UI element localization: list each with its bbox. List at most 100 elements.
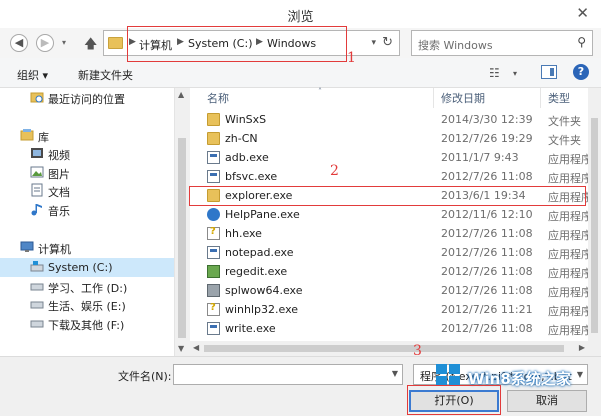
column-header-name[interactable]: 名称 [207,90,229,108]
drive-icon [30,320,44,328]
file-row[interactable]: splwow64.exe 2012/7/26 11:08 应用程序 [190,281,592,300]
file-type: 应用程序 [548,172,592,185]
computer-icon [20,241,34,252]
filename-dropdown-icon[interactable]: ▼ [392,369,398,378]
recent-locations-dropdown[interactable]: ▾ [62,38,66,47]
printer-icon [207,284,220,297]
nav-item-label: 最近访问的位置 [48,93,125,106]
help-icon[interactable]: ? [573,64,589,80]
organize-button[interactable]: 组织 ▾ [17,67,48,83]
file-name: splwow64.exe [225,284,303,297]
column-header-type[interactable]: 类型 [548,90,570,108]
view-dropdown-icon[interactable]: ▾ [513,69,517,78]
up-arrow-icon[interactable]: 🡅 [84,35,97,57]
file-date: 2011/1/7 9:43 [441,151,519,164]
scrollbar-thumb[interactable] [591,118,598,333]
video-icon [31,148,43,158]
search-icon[interactable]: ⚲ [577,35,586,49]
cancel-button[interactable]: 取消 [507,390,587,412]
search-input[interactable]: 搜索 Windows ⚲ [411,30,593,56]
scrollbar-thumb[interactable] [178,138,186,338]
scroll-up-icon[interactable]: ▲ [178,90,184,99]
music-icon [31,204,42,216]
drive-icon [30,283,44,291]
file-name: HelpPane.exe [225,208,300,221]
nav-item-label: System (C:) [48,261,113,274]
nav-item-drive-d[interactable]: 学习、工作 (D:) [0,277,174,296]
nav-item-label: 生活、娱乐 (E:) [48,300,126,313]
file-row[interactable]: WinSxS 2014/3/30 12:39 文件夹 [190,110,588,129]
file-row[interactable]: hh.exe 2012/7/26 11:08 应用程序 [190,224,592,243]
nav-item-drive-f[interactable]: 下载及其他 (F:) [0,314,174,333]
nav-item-library[interactable]: 库 [0,126,174,145]
file-name: hh.exe [225,227,262,240]
nav-item-video[interactable]: 视频 [0,144,174,163]
filename-input[interactable]: ▼ [173,364,403,385]
notepad-icon [207,246,220,259]
sort-ascending-icon: ˄ [318,87,322,96]
command-toolbar: 组织 ▾ 新建文件夹 ☷ ▾ ? [0,58,601,88]
annotation-box-open [407,385,501,415]
file-name: notepad.exe [225,246,294,259]
file-name: winhlp32.exe [225,303,299,316]
file-row[interactable]: HelpPane.exe 2012/11/6 12:10 应用程序 [190,205,592,224]
scrollbar-thumb[interactable] [204,345,564,352]
exe-icon [207,151,220,164]
file-type: 应用程序 [548,229,592,242]
file-row[interactable]: winhlp32.exe 2012/7/26 11:21 应用程序 [190,300,592,319]
column-divider[interactable] [540,88,541,108]
file-name: adb.exe [225,151,269,164]
file-list-vertical-scrollbar[interactable] [588,88,601,341]
file-row[interactable]: write.exe 2012/7/26 11:08 应用程序 [190,319,592,338]
column-divider[interactable] [433,88,434,108]
nav-item-label: 音乐 [48,205,70,218]
file-type: 应用程序 [548,305,592,318]
file-row[interactable]: adb.exe 2011/1/7 9:43 应用程序 [190,148,592,167]
pictures-icon [30,166,44,178]
file-row[interactable]: zh-CN 2012/7/26 19:29 文件夹 [190,129,588,148]
file-list: 名称 ˄ 修改日期 类型 WinSxS 2014/3/30 12:39 文件夹 … [190,87,592,341]
file-row[interactable]: regedit.exe 2012/7/26 11:08 应用程序 [190,262,592,281]
file-name: WinSxS [225,113,267,126]
file-name: bfsvc.exe [225,170,278,183]
folder-icon [207,132,220,145]
nav-item-label: 文档 [48,186,70,199]
folder-icon [108,37,123,49]
scroll-left-icon[interactable]: ◀ [193,343,199,352]
annotation-number-3: 3 [413,343,422,359]
nav-item-label: 学习、工作 (D:) [48,282,128,295]
file-list-horizontal-scrollbar[interactable]: ◀ ▶ [190,341,588,356]
close-icon[interactable]: ✕ [576,4,589,22]
search-placeholder: 搜索 Windows [418,39,493,52]
file-row[interactable]: bfsvc.exe 2012/7/26 11:08 应用程序 [190,167,592,186]
nav-item-drive-e[interactable]: 生活、娱乐 (E:) [0,295,174,314]
column-header-date[interactable]: 修改日期 [441,90,485,108]
file-date: 2012/7/26 11:08 [441,246,533,259]
file-type: 应用程序 [548,324,592,337]
nav-item-pictures[interactable]: 图片 [0,163,174,182]
address-dropdown-icon[interactable]: ▾ [371,38,376,48]
nav-item-system-c[interactable]: System (C:) [0,258,174,277]
file-date: 2012/7/26 11:21 [441,303,533,316]
scroll-down-icon[interactable]: ▼ [178,344,184,353]
new-folder-button[interactable]: 新建文件夹 [78,67,133,83]
file-date: 2014/3/30 12:39 [441,113,533,126]
nav-item-music[interactable]: 音乐 [0,200,174,219]
navigation-pane: 最近访问的位置 库 视频 图片 文档 音乐 计算机 System (C:) 学习… [0,88,174,356]
file-row[interactable]: notepad.exe 2012/7/26 11:08 应用程序 [190,243,592,262]
forward-button[interactable]: ▶ [36,34,54,52]
navigation-pane-scrollbar[interactable]: ▲ ▼ [174,88,188,356]
preview-pane-icon[interactable] [541,65,557,79]
nav-item-computer[interactable]: 计算机 [0,238,174,257]
refresh-icon[interactable]: ↻ [382,35,393,50]
file-date: 2012/11/6 12:10 [441,208,533,221]
file-type: 应用程序 [548,286,592,299]
file-type: 应用程序 [548,153,592,166]
file-type: 应用程序 [548,267,592,280]
help-file-icon [207,302,220,316]
view-options-icon[interactable]: ☷ [489,66,500,80]
back-button[interactable]: ◀ [10,34,28,52]
nav-item-documents[interactable]: 文档 [0,181,174,200]
nav-item-recent-places[interactable]: 最近访问的位置 [0,88,174,107]
scroll-right-icon[interactable]: ▶ [579,343,585,352]
